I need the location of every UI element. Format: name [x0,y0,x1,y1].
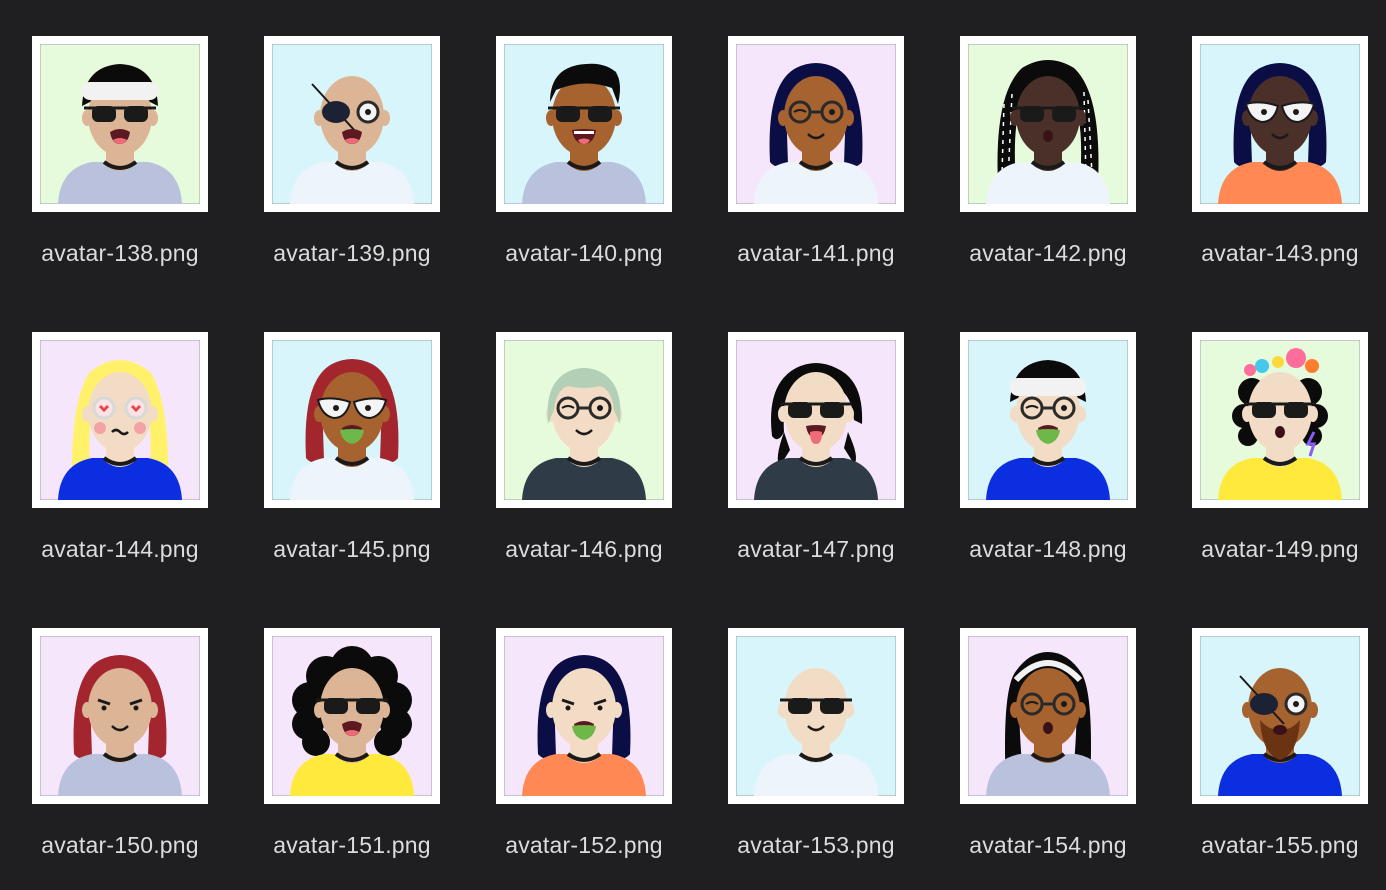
file-name-label: avatar-151.png [273,832,431,858]
file-name-label: avatar-144.png [41,536,199,562]
avatar-thumbnail[interactable] [32,628,208,804]
file-grid: avatar-138.png avatar-139.png avatar-140… [0,0,1386,890]
file-name-label: avatar-143.png [1201,240,1359,266]
file-name-label: avatar-150.png [41,832,199,858]
file-name-label: avatar-153.png [737,832,895,858]
file-tile[interactable]: avatar-148.png [944,332,1144,582]
avatar-thumbnail[interactable] [728,332,904,508]
avatar-thumbnail[interactable] [264,628,440,804]
avatar-thumbnail[interactable] [264,332,440,508]
file-tile[interactable]: avatar-144.png [16,332,216,582]
file-name-label: avatar-149.png [1201,536,1359,562]
file-name-label: avatar-146.png [505,536,663,562]
avatar-thumbnail[interactable] [1192,628,1368,804]
avatar-thumbnail[interactable] [264,36,440,212]
file-name-label: avatar-152.png [505,832,663,858]
file-tile[interactable]: avatar-153.png [712,628,912,878]
file-name-label: avatar-139.png [273,240,431,266]
file-tile[interactable]: avatar-138.png [16,36,216,286]
file-tile[interactable]: avatar-143.png [1176,36,1376,286]
avatar-thumbnail[interactable] [32,36,208,212]
file-name-label: avatar-154.png [969,832,1127,858]
file-name-label: avatar-138.png [41,240,199,266]
file-name-label: avatar-145.png [273,536,431,562]
avatar-thumbnail[interactable] [496,332,672,508]
file-name-label: avatar-155.png [1201,832,1359,858]
avatar-thumbnail[interactable] [728,36,904,212]
file-tile[interactable]: avatar-139.png [248,36,448,286]
avatar-thumbnail[interactable] [960,628,1136,804]
avatar-thumbnail[interactable] [960,36,1136,212]
file-tile[interactable]: avatar-146.png [480,332,680,582]
avatar-thumbnail[interactable] [1192,332,1368,508]
file-tile[interactable]: avatar-150.png [16,628,216,878]
file-name-label: avatar-148.png [969,536,1127,562]
file-tile[interactable]: avatar-155.png [1176,628,1376,878]
file-name-label: avatar-147.png [737,536,895,562]
file-tile[interactable]: avatar-142.png [944,36,1144,286]
file-tile[interactable]: avatar-145.png [248,332,448,582]
file-name-label: avatar-141.png [737,240,895,266]
file-name-label: avatar-142.png [969,240,1127,266]
file-tile[interactable]: avatar-152.png [480,628,680,878]
file-tile[interactable]: avatar-147.png [712,332,912,582]
file-tile[interactable]: avatar-149.png [1176,332,1376,582]
avatar-thumbnail[interactable] [32,332,208,508]
file-tile[interactable]: avatar-154.png [944,628,1144,878]
avatar-thumbnail[interactable] [1192,36,1368,212]
file-name-label: avatar-140.png [505,240,663,266]
file-tile[interactable]: avatar-151.png [248,628,448,878]
avatar-thumbnail[interactable] [728,628,904,804]
file-tile[interactable]: avatar-141.png [712,36,912,286]
file-tile[interactable]: avatar-140.png [480,36,680,286]
avatar-thumbnail[interactable] [496,628,672,804]
avatar-thumbnail[interactable] [960,332,1136,508]
avatar-thumbnail[interactable] [496,36,672,212]
